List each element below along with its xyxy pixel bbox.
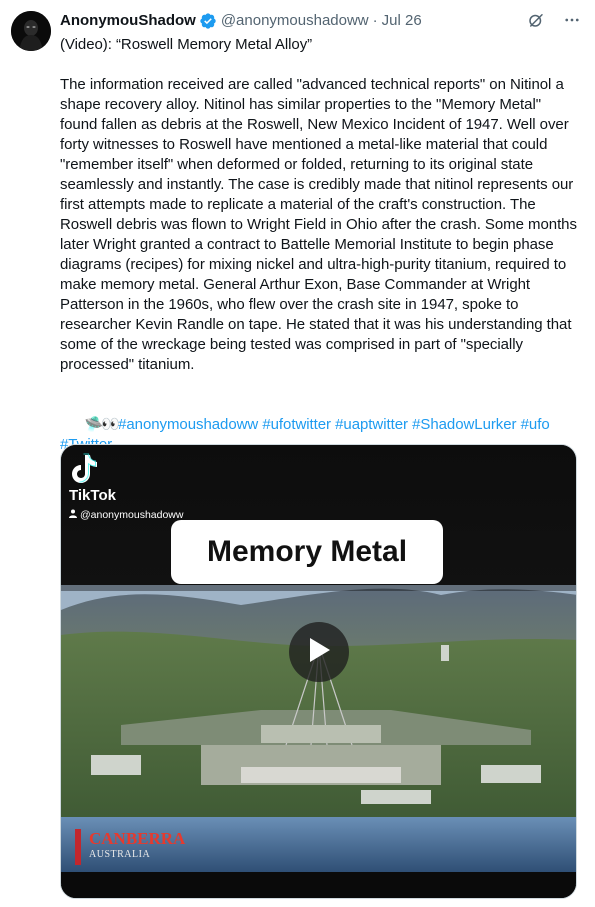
location-subtitle: AUSTRALIA bbox=[89, 849, 151, 860]
play-button[interactable] bbox=[289, 622, 349, 682]
header-actions bbox=[527, 11, 581, 29]
tiktok-brand: TikTok bbox=[69, 487, 116, 504]
location-tag: CANBERRA AUSTRALIA bbox=[75, 829, 185, 865]
tiktok-handle: @anonymoushadoww bbox=[80, 509, 184, 521]
tweet-header: AnonymouShadow @anonymoushadoww · Jul 26 bbox=[60, 11, 581, 31]
video-caption: Memory Metal bbox=[171, 520, 443, 584]
author-name[interactable]: AnonymouShadow bbox=[60, 11, 196, 31]
post-date[interactable]: Jul 26 bbox=[382, 11, 422, 31]
tweet[interactable]: AnonymouShadow @anonymoushadoww · Jul 26 bbox=[0, 0, 595, 907]
user-icon bbox=[69, 509, 77, 521]
avatar-shadow-figure bbox=[11, 11, 51, 51]
hashtag-link[interactable]: #ufotwitter bbox=[262, 416, 331, 433]
hashtag-link[interactable]: #anonymoushadoww bbox=[118, 416, 258, 433]
video-player[interactable]: TikTok @anonymoushadoww Memory Metal CAN… bbox=[60, 444, 577, 899]
verified-badge-icon bbox=[199, 12, 217, 30]
location-bar bbox=[75, 829, 81, 865]
ufo-eyes-emoji: 🛸👀 bbox=[84, 416, 120, 433]
header-separator: · bbox=[372, 12, 378, 29]
location-name: CANBERRA bbox=[89, 829, 186, 848]
hashtag-link[interactable]: #ShadowLurker bbox=[412, 416, 516, 433]
tiktok-logo-icon bbox=[69, 453, 99, 490]
more-icon[interactable] bbox=[563, 11, 581, 29]
hashtag-link[interactable]: #uaptwitter bbox=[335, 416, 408, 433]
post-body: The information received are called "adv… bbox=[60, 76, 582, 373]
avatar[interactable] bbox=[11, 11, 51, 51]
play-icon bbox=[307, 637, 331, 668]
post-title-line: (Video): “Roswell Memory Metal Alloy” bbox=[60, 36, 313, 53]
tweet-text: (Video): “Roswell Memory Metal Alloy” Th… bbox=[60, 35, 580, 475]
tiktok-username: @anonymoushadoww bbox=[69, 509, 183, 521]
author-handle[interactable]: @anonymoushadoww bbox=[221, 11, 369, 31]
hashtag-link[interactable]: #ufo bbox=[521, 416, 550, 433]
grok-icon[interactable] bbox=[527, 11, 545, 29]
